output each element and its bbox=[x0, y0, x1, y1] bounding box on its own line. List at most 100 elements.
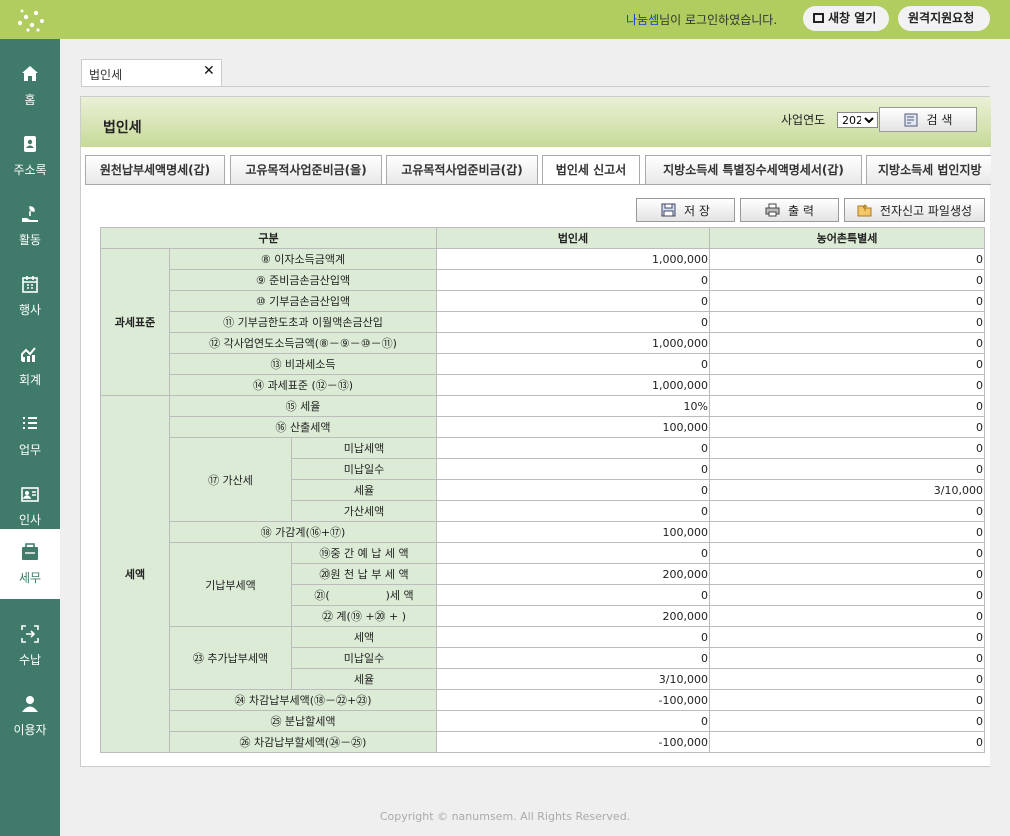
corp-value[interactable]: 3/10,000 bbox=[436, 668, 710, 690]
rural-value[interactable]: 0 bbox=[709, 290, 985, 312]
corp-value[interactable]: 0 bbox=[436, 500, 710, 522]
corp-value[interactable]: 1,000,000 bbox=[436, 374, 710, 396]
sidebar-item-label: 행사 bbox=[18, 303, 42, 317]
table-row: ⑩ 기부금손금산입액 0 0 bbox=[101, 290, 985, 312]
rural-value[interactable]: 0 bbox=[709, 689, 985, 711]
tab-local-corporate-tax[interactable]: 지방소득세 법인지방 bbox=[866, 155, 991, 184]
corp-value[interactable]: 0 bbox=[436, 311, 710, 333]
top-bar: 나눔셈님이 로그인하였습니다. 새창 열기 원격지원요청 bbox=[0, 0, 1010, 39]
tab-reserve-gap[interactable]: 고유목적사업준비금(갑) bbox=[386, 155, 538, 184]
sidebar-item-payment[interactable]: 수납 bbox=[0, 609, 60, 679]
rural-value[interactable]: 0 bbox=[709, 626, 985, 648]
corp-value[interactable]: 200,000 bbox=[436, 563, 710, 585]
year-select[interactable]: 2021 bbox=[837, 112, 878, 128]
group-label: ㉓ 추가납부세액 bbox=[169, 626, 292, 690]
corp-value[interactable]: 0 bbox=[436, 353, 710, 375]
corp-value[interactable]: 0 bbox=[436, 584, 710, 606]
sidebar-item-accounting[interactable]: 회계 bbox=[0, 329, 60, 399]
table-row: ⑬ 비과세소득 0 0 bbox=[101, 353, 985, 375]
row-label: ㉕ 분납할세액 bbox=[169, 710, 437, 732]
corp-value[interactable]: 1,000,000 bbox=[436, 332, 710, 354]
corp-value[interactable]: -100,000 bbox=[436, 731, 710, 753]
rural-value[interactable]: 0 bbox=[709, 668, 985, 690]
rural-value[interactable]: 0 bbox=[709, 269, 985, 291]
corp-value[interactable]: 0 bbox=[436, 479, 710, 501]
table-row: ㉖ 차감납부할세액(㉔－㉕) -100,000 0 bbox=[101, 731, 985, 753]
rural-value[interactable]: 3/10,000 bbox=[709, 479, 985, 501]
rural-value[interactable]: 0 bbox=[709, 458, 985, 480]
corp-value[interactable]: 0 bbox=[436, 437, 710, 459]
tab-local-tax-withholding[interactable]: 지방소득세 특별징수세액명세서(갑) bbox=[645, 155, 862, 184]
rural-value[interactable]: 0 bbox=[709, 647, 985, 669]
rural-value[interactable]: 0 bbox=[709, 353, 985, 375]
search-button[interactable]: 검 색 bbox=[879, 107, 977, 132]
rural-value[interactable]: 0 bbox=[709, 584, 985, 606]
tab-withholding[interactable]: 원천납부세액명세(갑) bbox=[85, 155, 225, 184]
tab-label: 지방소득세 특별징수세액명세서(갑) bbox=[663, 163, 844, 177]
rural-value[interactable]: 0 bbox=[709, 542, 985, 564]
row-label: ⑯ 산출세액 bbox=[169, 416, 437, 438]
row-label: ㉒ 계(⑲ +⑳ + ) bbox=[291, 605, 437, 627]
corp-value[interactable]: 10% bbox=[436, 395, 710, 417]
remote-support-button[interactable]: 원격지원요청 bbox=[898, 6, 990, 31]
sidebar-item-activity[interactable]: 활동 bbox=[0, 189, 60, 259]
print-button[interactable]: 출 력 bbox=[740, 198, 839, 222]
sidebar-item-label: 업무 bbox=[18, 443, 42, 457]
save-button[interactable]: 저 장 bbox=[636, 198, 735, 222]
corp-value[interactable]: 0 bbox=[436, 542, 710, 564]
corp-value[interactable]: 0 bbox=[436, 458, 710, 480]
tab-reserve-eul[interactable]: 고유목적사업준비금(을) bbox=[230, 155, 382, 184]
section-label: 과세표준 bbox=[100, 248, 170, 396]
rural-value[interactable]: 0 bbox=[709, 731, 985, 753]
table-row: 기납부세액 ⑲중 간 예 납 세 액 0 0 bbox=[101, 542, 985, 627]
exchange-icon bbox=[21, 625, 39, 643]
home-icon bbox=[22, 66, 38, 81]
logo-icon[interactable] bbox=[14, 5, 48, 35]
sidebar-item-work[interactable]: 업무 bbox=[0, 399, 60, 469]
corp-value[interactable]: 0 bbox=[436, 290, 710, 312]
corp-value[interactable]: 0 bbox=[436, 626, 710, 648]
table-row: ⑱ 가감계(⑯+⑰) 100,000 0 bbox=[101, 521, 985, 543]
rural-value[interactable]: 0 bbox=[709, 416, 985, 438]
rural-value[interactable]: 0 bbox=[709, 437, 985, 459]
sidebar-item-label: 주소록 bbox=[13, 163, 47, 177]
rural-value[interactable]: 0 bbox=[709, 248, 985, 270]
corp-value[interactable]: 100,000 bbox=[436, 416, 710, 438]
rural-value[interactable]: 0 bbox=[709, 605, 985, 627]
window-icon bbox=[813, 13, 824, 23]
rural-value[interactable]: 0 bbox=[709, 563, 985, 585]
rural-value[interactable]: 0 bbox=[709, 500, 985, 522]
sidebar-item-address-book[interactable]: 주소록 bbox=[0, 119, 60, 189]
sidebar-item-tax[interactable]: 세무 bbox=[0, 529, 60, 599]
corp-value[interactable]: 0 bbox=[436, 647, 710, 669]
document-tab[interactable]: 법인세 ✕ bbox=[81, 59, 222, 86]
sidebar-item-label: 인사 bbox=[18, 513, 42, 527]
corp-value[interactable]: 1,000,000 bbox=[436, 248, 710, 270]
new-window-label: 새창 열기 bbox=[828, 11, 877, 25]
sidebar-item-user[interactable]: 이용자 bbox=[0, 679, 60, 749]
close-icon[interactable]: ✕ bbox=[203, 63, 215, 79]
corp-value[interactable]: 100,000 bbox=[436, 521, 710, 543]
rural-value[interactable]: 0 bbox=[709, 311, 985, 333]
corp-value[interactable]: 200,000 bbox=[436, 605, 710, 627]
corp-value[interactable]: -100,000 bbox=[436, 689, 710, 711]
rural-value[interactable]: 0 bbox=[709, 332, 985, 354]
rural-value[interactable]: 0 bbox=[709, 374, 985, 396]
corp-value[interactable]: 0 bbox=[436, 710, 710, 732]
new-window-button[interactable]: 새창 열기 bbox=[803, 6, 889, 31]
tab-corporate-tax-return[interactable]: 법인세 신고서 bbox=[542, 155, 640, 184]
rural-value[interactable]: 0 bbox=[709, 710, 985, 732]
table-row: ⑰ 가산세 미납세액 0 0 bbox=[101, 437, 985, 522]
rural-value[interactable]: 0 bbox=[709, 395, 985, 417]
row-label: ⑨ 준비금손금산입액 bbox=[169, 269, 437, 291]
print-label: 출 력 bbox=[788, 203, 814, 218]
corp-value[interactable]: 0 bbox=[436, 269, 710, 291]
rural-value[interactable]: 0 bbox=[709, 521, 985, 543]
sidebar-item-label: 이용자 bbox=[13, 723, 47, 737]
tab-label: 법인세 신고서 bbox=[555, 163, 627, 177]
sidebar-item-home[interactable]: 홈 bbox=[0, 49, 60, 119]
sidebar-item-event[interactable]: 행사 bbox=[0, 259, 60, 329]
sidebar: 홈 주소록 활동 행사 회계 업무 인사 세무 수납 이용자 bbox=[0, 39, 60, 836]
efile-button[interactable]: 전자신고 파일생성 bbox=[844, 198, 985, 222]
header-corporate-tax: 법인세 bbox=[436, 227, 710, 249]
